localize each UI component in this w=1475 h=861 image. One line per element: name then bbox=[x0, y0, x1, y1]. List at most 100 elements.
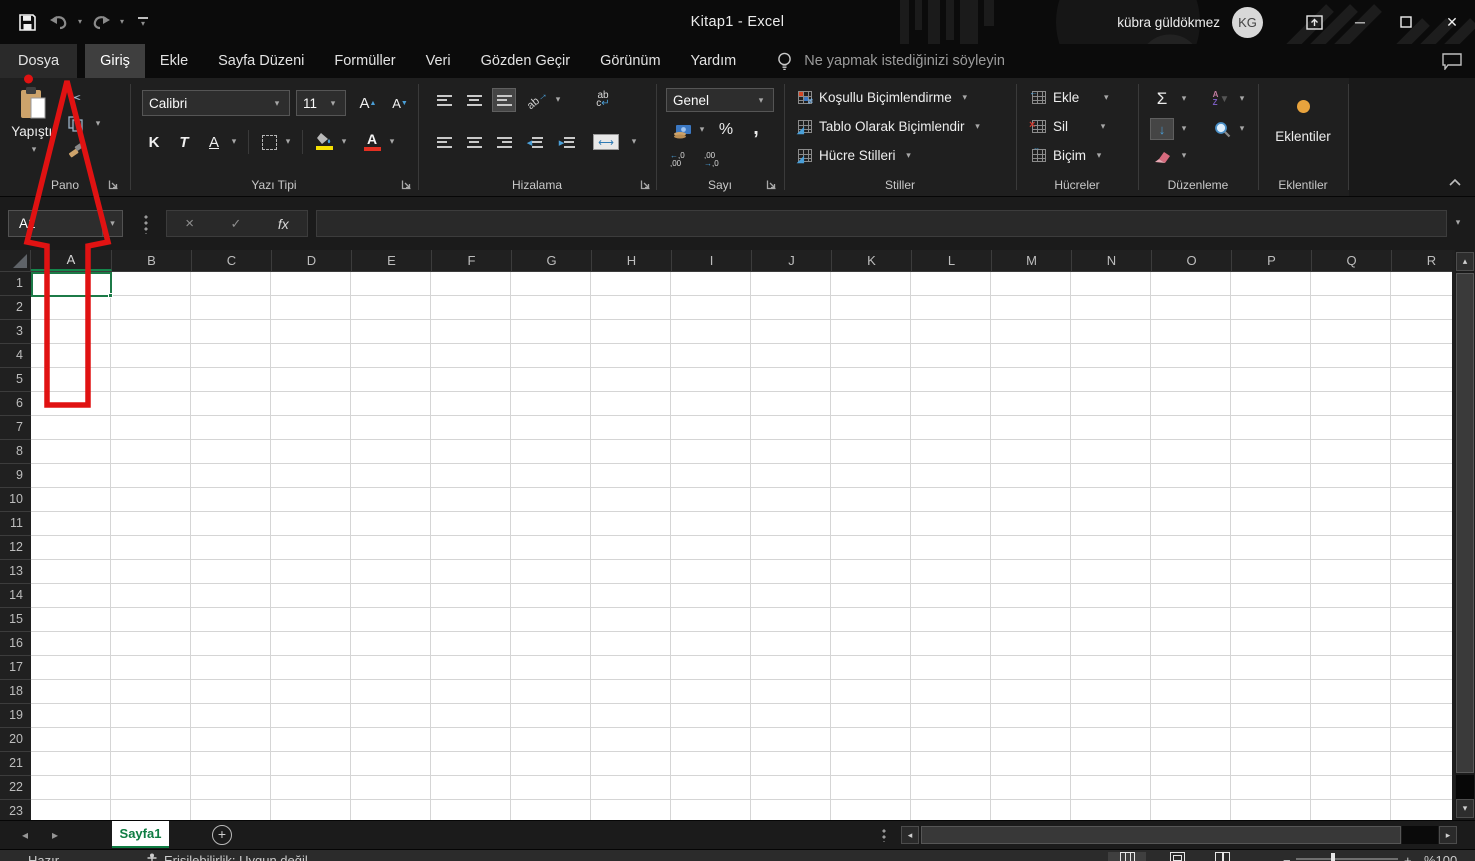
row-header[interactable]: 11 bbox=[0, 512, 31, 536]
insert-function-button[interactable]: fx bbox=[278, 216, 289, 232]
align-bottom-button[interactable] bbox=[492, 88, 516, 112]
row-header[interactable]: 10 bbox=[0, 488, 31, 512]
tab-formuller[interactable]: Formüller bbox=[319, 44, 410, 78]
row-header[interactable]: 15 bbox=[0, 608, 31, 632]
confirm-entry-button[interactable]: ✓ bbox=[230, 216, 241, 232]
cell-styles-dropdown-icon[interactable] bbox=[903, 150, 915, 161]
row-header[interactable]: 13 bbox=[0, 560, 31, 584]
column-header[interactable]: F bbox=[432, 250, 512, 271]
column-header[interactable]: L bbox=[912, 250, 992, 271]
sheet-grid[interactable] bbox=[31, 272, 1452, 820]
cut-button[interactable]: ✂ bbox=[64, 88, 86, 108]
conditional-formatting-dropdown-icon[interactable] bbox=[959, 92, 971, 103]
sheet-tab-sayfa1[interactable]: Sayfa1 bbox=[112, 821, 169, 848]
tab-veri[interactable]: Veri bbox=[411, 44, 466, 78]
row-header[interactable]: 14 bbox=[0, 584, 31, 608]
zoom-slider-track[interactable] bbox=[1296, 858, 1398, 860]
expand-formula-bar-icon[interactable] bbox=[1452, 217, 1464, 228]
underline-dropdown-icon[interactable] bbox=[228, 136, 240, 147]
tab-dosya[interactable]: Dosya bbox=[0, 44, 77, 78]
bold-button[interactable]: K bbox=[142, 130, 166, 154]
percent-style-button[interactable]: % bbox=[714, 118, 738, 142]
view-page-layout-button[interactable] bbox=[1158, 852, 1196, 861]
paste-button[interactable]: Yapıştır bbox=[8, 84, 60, 176]
row-header[interactable]: 20 bbox=[0, 728, 31, 752]
undo-button[interactable] bbox=[46, 9, 72, 35]
row-header[interactable]: 4 bbox=[0, 344, 31, 368]
font-name-dropdown-icon[interactable] bbox=[271, 98, 283, 109]
name-box-dropdown-icon[interactable] bbox=[102, 211, 122, 236]
tab-giris[interactable]: Giriş bbox=[85, 44, 145, 78]
insert-cells-dropdown-icon[interactable] bbox=[1100, 92, 1112, 103]
redo-button[interactable] bbox=[88, 9, 114, 35]
row-header[interactable]: 22 bbox=[0, 776, 31, 800]
column-header[interactable]: C bbox=[192, 250, 272, 271]
clear-dropdown-icon[interactable] bbox=[1178, 150, 1190, 161]
hscroll-grip[interactable] bbox=[882, 828, 886, 842]
hscroll-left-button[interactable]: ◂ bbox=[901, 826, 919, 844]
view-normal-button[interactable] bbox=[1108, 852, 1146, 861]
merge-center-button[interactable]: ⟷ bbox=[590, 130, 622, 154]
row-header[interactable]: 18 bbox=[0, 680, 31, 704]
addins-button[interactable]: Eklentiler bbox=[1263, 86, 1343, 166]
column-header-a[interactable]: A bbox=[31, 250, 112, 271]
tell-me-search[interactable]: Ne yapmak istediğinizi söyleyin bbox=[777, 44, 1005, 78]
font-dialog-launcher[interactable] bbox=[401, 179, 413, 191]
formula-input[interactable] bbox=[316, 210, 1447, 237]
fill-color-dropdown-icon[interactable] bbox=[338, 136, 350, 147]
paste-dropdown-icon[interactable] bbox=[28, 144, 40, 155]
decrease-decimal-button[interactable]: ,00 →,0 bbox=[704, 148, 730, 172]
customize-qat-button[interactable]: ▾ bbox=[130, 9, 156, 35]
column-header[interactable]: Q bbox=[1312, 250, 1392, 271]
row-header[interactable]: 12 bbox=[0, 536, 31, 560]
conditional-formatting-button[interactable]: ≠ Koşullu Biçimlendirme bbox=[798, 90, 971, 105]
font-color-button[interactable]: A bbox=[360, 128, 384, 154]
sort-filter-button[interactable]: AZ ▼ bbox=[1208, 86, 1234, 112]
close-button[interactable]: ✕ bbox=[1429, 0, 1475, 44]
row-header[interactable]: 3 bbox=[0, 320, 31, 344]
user-name[interactable]: kübra güldökmez bbox=[1117, 15, 1220, 30]
vertical-scrollbar[interactable]: ▴ ▾ bbox=[1455, 250, 1475, 820]
column-header[interactable]: B bbox=[112, 250, 192, 271]
select-all-corner[interactable] bbox=[0, 250, 31, 272]
row-header[interactable]: 8 bbox=[0, 440, 31, 464]
row-header[interactable]: 17 bbox=[0, 656, 31, 680]
feedback-icon[interactable] bbox=[1441, 52, 1463, 70]
row-header[interactable]: 1 bbox=[0, 272, 31, 296]
status-accessibility[interactable]: Erişilebilirlik: Uygun değil bbox=[164, 853, 308, 861]
comma-style-button[interactable]: , bbox=[746, 116, 766, 140]
tab-ekle[interactable]: Ekle bbox=[145, 44, 203, 78]
new-sheet-button[interactable]: + bbox=[212, 825, 232, 845]
font-color-dropdown-icon[interactable] bbox=[386, 136, 398, 147]
merge-center-dropdown-icon[interactable] bbox=[628, 136, 640, 147]
alignment-dialog-launcher[interactable] bbox=[640, 179, 652, 191]
formula-bar-grip[interactable] bbox=[144, 214, 148, 234]
row-header[interactable]: 2 bbox=[0, 296, 31, 320]
column-header[interactable]: K bbox=[832, 250, 912, 271]
column-header[interactable]: M bbox=[992, 250, 1072, 271]
scroll-down-button[interactable]: ▾ bbox=[1456, 799, 1474, 818]
copy-button[interactable] bbox=[64, 114, 86, 134]
find-select-dropdown-icon[interactable] bbox=[1236, 123, 1248, 134]
format-as-table-dropdown-icon[interactable] bbox=[972, 121, 984, 132]
tab-sayfa-duzeni[interactable]: Sayfa Düzeni bbox=[203, 44, 319, 78]
font-size-dropdown-icon[interactable] bbox=[327, 98, 339, 109]
accounting-format-button[interactable] bbox=[670, 120, 694, 142]
column-header[interactable]: P bbox=[1232, 250, 1312, 271]
column-header[interactable]: E bbox=[352, 250, 432, 271]
align-middle-button[interactable] bbox=[462, 88, 486, 112]
copy-dropdown-icon[interactable] bbox=[92, 118, 104, 129]
accounting-dropdown-icon[interactable] bbox=[696, 124, 708, 135]
horizontal-scrollbar-track[interactable] bbox=[1402, 826, 1438, 844]
borders-button[interactable] bbox=[258, 132, 280, 152]
increase-decimal-button[interactable]: ←,0 ,00 bbox=[670, 148, 696, 172]
save-button[interactable] bbox=[14, 9, 40, 35]
row-header[interactable]: 16 bbox=[0, 632, 31, 656]
minimize-button[interactable]: ─ bbox=[1337, 0, 1383, 44]
row-header[interactable]: 7 bbox=[0, 416, 31, 440]
align-center-button[interactable] bbox=[462, 130, 486, 154]
borders-dropdown-icon[interactable] bbox=[282, 136, 294, 147]
cancel-entry-button[interactable]: × bbox=[185, 215, 194, 232]
fill-button[interactable]: ↓ bbox=[1150, 118, 1174, 140]
format-painter-button[interactable] bbox=[64, 140, 86, 160]
